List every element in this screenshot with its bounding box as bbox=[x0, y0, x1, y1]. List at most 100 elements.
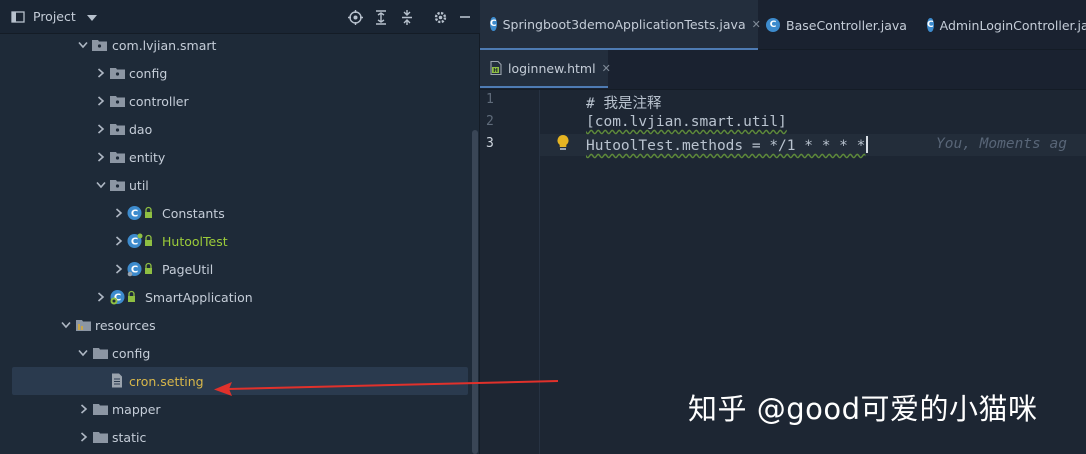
package-folder-icon bbox=[110, 150, 126, 166]
tree-item-config-package[interactable]: config bbox=[0, 59, 470, 87]
editor-tab-bar: C Springboot3demoApplicationTests.java ✕… bbox=[480, 0, 1086, 50]
folder-icon bbox=[93, 402, 109, 418]
chevron-down-icon[interactable] bbox=[77, 39, 89, 51]
chevron-right-icon[interactable] bbox=[95, 151, 107, 163]
code-line-1: # 我是注释 bbox=[586, 96, 662, 112]
chevron-right-icon[interactable] bbox=[95, 67, 107, 79]
folder-icon bbox=[93, 346, 109, 362]
chevron-down-icon[interactable] bbox=[77, 347, 89, 359]
close-icon[interactable]: ✕ bbox=[602, 62, 611, 75]
tree-item-label: SmartApplication bbox=[145, 289, 253, 305]
watermark: 知乎 @good可爱的小猫咪 bbox=[688, 392, 1038, 426]
tree-item-dao[interactable]: dao bbox=[0, 115, 470, 143]
package-folder-icon bbox=[110, 122, 126, 138]
chevron-right-icon[interactable] bbox=[95, 123, 107, 135]
tree-item-label: resources bbox=[95, 317, 156, 333]
tree-item-label: mapper bbox=[112, 401, 161, 417]
lightbulb-icon[interactable] bbox=[556, 134, 572, 152]
code-line-3: HutoolTest.methods = */1 * * * * bbox=[586, 136, 868, 154]
chevron-right-icon[interactable] bbox=[113, 207, 125, 219]
line-number: 2 bbox=[486, 114, 494, 129]
tree-item-label: HutoolTest bbox=[162, 233, 228, 249]
project-header: Project bbox=[0, 0, 480, 34]
chevron-right-icon[interactable] bbox=[78, 431, 90, 443]
tree-item-config-folder[interactable]: config bbox=[0, 339, 470, 367]
tab-label: loginnew.html bbox=[508, 60, 596, 76]
java-class-icon: C bbox=[127, 261, 152, 277]
package-folder-icon bbox=[110, 66, 126, 82]
minimize-icon[interactable] bbox=[457, 9, 473, 25]
code-line-2: [com.lvjian.smart.util] bbox=[586, 114, 787, 130]
spring-boot-class-icon: C bbox=[110, 289, 135, 305]
resources-folder-icon bbox=[76, 318, 92, 334]
java-class-icon: C bbox=[766, 18, 780, 32]
expand-all-icon[interactable] bbox=[373, 9, 389, 25]
java-class-icon: C bbox=[127, 205, 152, 221]
editor-tab-bar-row-2: H loginnew.html ✕ bbox=[480, 50, 1086, 90]
line-number-gutter: 1 2 3 bbox=[480, 90, 540, 454]
tree-item-constants[interactable]: C Constants bbox=[0, 199, 470, 227]
tree-item-util[interactable]: util bbox=[0, 171, 470, 199]
chevron-right-icon[interactable] bbox=[95, 291, 107, 303]
project-panel: Project com.lvjian.smart config controll… bbox=[0, 0, 480, 454]
tree-item-controller[interactable]: controller bbox=[0, 87, 470, 115]
chevron-down-icon[interactable] bbox=[95, 179, 107, 191]
java-class-icon: C bbox=[927, 18, 934, 32]
line-number: 3 bbox=[486, 136, 494, 151]
tree-item-smartapplication[interactable]: C SmartApplication bbox=[0, 283, 470, 311]
tree-item-label: config bbox=[112, 345, 151, 361]
close-icon[interactable]: ✕ bbox=[752, 18, 761, 31]
tree-item-label: static bbox=[112, 429, 147, 445]
tree-item-label: entity bbox=[129, 149, 166, 165]
chevron-right-icon[interactable] bbox=[78, 403, 90, 415]
chevron-right-icon[interactable] bbox=[95, 95, 107, 107]
java-class-icon: C bbox=[490, 17, 497, 31]
chevron-right-icon[interactable] bbox=[113, 263, 125, 275]
svg-text:C: C bbox=[131, 209, 138, 220]
project-view-icon[interactable] bbox=[10, 9, 26, 25]
chevron-down-icon[interactable] bbox=[86, 11, 100, 23]
package-folder-icon bbox=[110, 178, 126, 194]
tree-item-label: util bbox=[129, 177, 149, 193]
project-title[interactable]: Project bbox=[33, 9, 76, 24]
tree-item-label: config bbox=[129, 65, 168, 81]
chevron-right-icon[interactable] bbox=[113, 235, 125, 247]
chevron-down-icon[interactable] bbox=[60, 319, 72, 331]
tree-item-label: Constants bbox=[162, 205, 225, 221]
tree-item-com-lvjian-smart[interactable]: com.lvjian.smart bbox=[0, 31, 470, 59]
locate-icon[interactable] bbox=[347, 9, 363, 25]
java-class-icon: C bbox=[127, 233, 152, 249]
tree-item-resources[interactable]: resources bbox=[0, 311, 470, 339]
tab-springboot3demoapplicationtests[interactable]: C Springboot3demoApplicationTests.java ✕ bbox=[480, 0, 761, 50]
tab-adminlogincontroller[interactable]: C AdminLoginController.java bbox=[927, 0, 1086, 50]
tree-item-label: cron.setting bbox=[129, 373, 204, 389]
tab-basecontroller[interactable]: C BaseController.java bbox=[766, 0, 916, 50]
tree-item-mapper[interactable]: mapper bbox=[0, 395, 470, 423]
tree-item-pageutil[interactable]: C PageUtil bbox=[0, 255, 470, 283]
tab-label: BaseController.java bbox=[786, 17, 907, 33]
svg-text:C: C bbox=[131, 237, 138, 248]
package-folder-icon bbox=[110, 94, 126, 110]
file-icon bbox=[111, 373, 127, 389]
inline-blame-annotation: You, Moments ag bbox=[936, 136, 1067, 152]
package-folder-icon bbox=[92, 38, 108, 54]
tree-item-label: com.lvjian.smart bbox=[112, 37, 217, 53]
tree-item-label: PageUtil bbox=[162, 261, 214, 277]
text-caret bbox=[866, 136, 868, 153]
tree-item-entity[interactable]: entity bbox=[0, 143, 470, 171]
tree-item-hutooltest[interactable]: C HutoolTest bbox=[0, 227, 470, 255]
svg-text:H: H bbox=[493, 68, 498, 74]
html-file-icon: H bbox=[490, 61, 502, 75]
tree-item-static[interactable]: static bbox=[0, 423, 470, 451]
tab-label: Springboot3demoApplicationTests.java bbox=[502, 16, 746, 32]
tree-item-cron-setting[interactable]: cron.setting bbox=[12, 367, 468, 395]
folder-icon bbox=[93, 430, 109, 446]
gear-icon[interactable] bbox=[432, 9, 448, 25]
line-number: 1 bbox=[486, 92, 494, 107]
tab-label: AdminLoginController.java bbox=[939, 17, 1086, 33]
project-scrollbar[interactable] bbox=[472, 130, 478, 454]
tree-item-label: controller bbox=[129, 93, 189, 109]
tab-loginnew-html[interactable]: H loginnew.html ✕ bbox=[480, 50, 611, 88]
collapse-all-icon[interactable] bbox=[399, 9, 415, 25]
code-line-3-text: HutoolTest.methods = */1 * * * * bbox=[586, 138, 866, 154]
